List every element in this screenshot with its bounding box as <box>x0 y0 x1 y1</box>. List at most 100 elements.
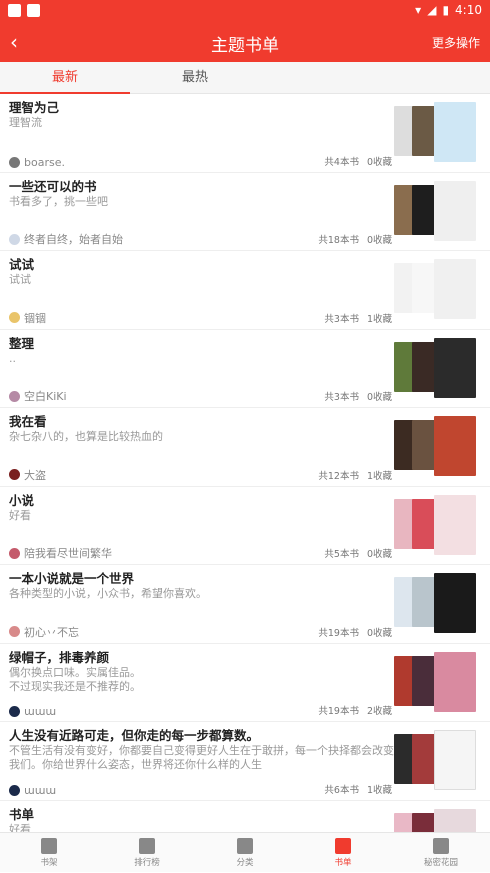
list-author: 大盗 <box>9 467 46 483</box>
like-count: 0收藏 <box>366 627 392 639</box>
list-name: 一本小说就是一个世界 <box>9 571 135 586</box>
list-icon <box>335 838 351 854</box>
list-desc: 各种类型的小说，小众书，希望你喜欢。 <box>9 587 207 600</box>
author-name: 锢锢 <box>24 311 46 325</box>
more-actions-button[interactable]: 更多操作 <box>432 34 480 51</box>
booklist-list: 理智为己 理智流 boarse. 共4本书 0收藏 一些还可以的书 书看多了，挑一… <box>0 94 490 832</box>
book-cover <box>412 498 436 549</box>
list-name: 绿帽子，排毒养颜 <box>9 649 110 665</box>
cover-stack <box>394 651 482 714</box>
list-stats: 共12本书 1收藏 <box>318 468 392 482</box>
author-name: 陪我看尽世间繁华 <box>24 547 112 560</box>
nav-label: 秘密花园 <box>423 858 458 868</box>
nav-category[interactable]: 分类 <box>196 833 294 873</box>
book-cover <box>434 416 476 476</box>
list-stats: 共6本书 1收藏 <box>324 782 392 796</box>
author-name: 大盗 <box>24 468 46 482</box>
list-desc: .. <box>9 351 16 365</box>
status-icons-left <box>8 4 40 17</box>
book-cover <box>434 494 476 555</box>
list-name: 试试 <box>9 257 35 272</box>
nav-label: 分类 <box>236 858 254 868</box>
list-item[interactable]: 绿帽子，排毒养颜 偶尔换点口味。实属佳品。 不过现实我还是不推荐的。 ɯɯɯ 共… <box>0 644 490 722</box>
book-cover <box>434 730 476 790</box>
list-item[interactable]: 我在看 杂七杂八的，也算是比较热血的 大盗 共12本书 1收藏 <box>0 408 490 487</box>
book-cover <box>412 420 436 470</box>
book-cover <box>412 734 436 784</box>
tab-hottest[interactable]: 最热 <box>130 62 260 94</box>
like-count: 1收藏 <box>366 784 392 796</box>
list-desc: 理智流 <box>9 116 42 129</box>
book-count: 共5本书 <box>324 549 359 560</box>
cover-stack <box>394 416 482 478</box>
app-notification-icon <box>27 4 40 17</box>
list-item[interactable]: 整理 .. 空白KiKi 共3本书 0收藏 <box>0 330 490 408</box>
avatar <box>9 547 20 559</box>
grid-icon <box>237 838 253 854</box>
app-notification-icon <box>8 4 21 17</box>
list-item[interactable]: 理智为己 理智流 boarse. 共4本书 0收藏 <box>0 94 490 173</box>
list-item[interactable]: 书单 好看 <box>0 801 490 832</box>
avatar <box>9 156 20 168</box>
list-name: 小说 <box>9 492 35 508</box>
book-cover <box>434 651 476 712</box>
like-count: 0收藏 <box>366 235 392 246</box>
list-author: 陪我看尽世间繁华 <box>9 545 112 561</box>
avatar <box>9 626 20 637</box>
book-cover <box>434 573 476 633</box>
nav-bookshelf[interactable]: 书架 <box>0 833 98 873</box>
status-bar: ▾ ◢ ▮ 4:10 <box>0 0 490 24</box>
list-name: 书单 <box>9 806 35 822</box>
list-author: 初心丷不忘 <box>9 624 79 640</box>
tab-latest[interactable]: 最新 <box>0 62 130 94</box>
book-count: 共19本书 <box>318 706 359 717</box>
list-author: boarse. <box>9 156 65 169</box>
bottom-nav: 书架 排行榜 分类 书单 秘密花园 <box>0 832 490 872</box>
list-item[interactable]: 人生没有近路可走，但你走的每一步都算数。 不管生活有没有变好，你都要自己变得更好… <box>0 722 490 801</box>
book-count: 共18本书 <box>318 235 359 246</box>
cover-stack <box>394 259 482 321</box>
avatar <box>9 390 20 402</box>
list-item[interactable]: 小说 好看 陪我看尽世间繁华 共5本书 0收藏 <box>0 487 490 565</box>
author-name: 初心丷不忘 <box>24 625 79 639</box>
author-name: ɯɯɯ <box>24 783 57 797</box>
author-name: boarse. <box>24 155 65 169</box>
avatar <box>9 312 20 323</box>
nav-secret-garden[interactable]: 秘密花园 <box>392 833 490 873</box>
cover-stack <box>394 102 482 164</box>
book-count: 共12本书 <box>318 470 359 482</box>
signal-icon: ◢ <box>427 3 437 17</box>
book-cover <box>434 808 476 832</box>
status-time: 4:10 <box>455 3 482 17</box>
list-item[interactable]: 一些还可以的书 书看多了，挑一些吧 终者自终，始者自始 共18本书 0收藏 <box>0 173 490 251</box>
book-count: 共6本书 <box>324 784 359 796</box>
book-cover <box>434 102 476 162</box>
list-desc: 不管生活有没有变好，你都要自己变得更好人生在于敢拼，每一个抉择都会改变我们。你给… <box>9 744 394 771</box>
nav-booklist[interactable]: 书单 <box>294 833 392 873</box>
list-item[interactable]: 试试 试试 锢锢 共3本书 1收藏 <box>0 251 490 330</box>
book-count: 共19本书 <box>318 627 359 639</box>
cover-stack <box>394 494 482 557</box>
list-item[interactable]: 一本小说就是一个世界 各种类型的小说，小众书，希望你喜欢。 初心丷不忘 共19本… <box>0 565 490 644</box>
list-stats: 共3本书 1收藏 <box>324 311 392 325</box>
book-count: 共3本书 <box>324 313 359 325</box>
list-author: 空白KiKi <box>9 388 67 404</box>
cover-stack <box>394 573 482 635</box>
list-name: 理智为己 <box>9 100 60 115</box>
book-count: 共4本书 <box>324 156 359 168</box>
list-desc: 好看 <box>9 508 31 522</box>
list-stats: 共19本书 2收藏 <box>318 703 392 717</box>
avatar <box>9 706 20 717</box>
bar-chart-icon <box>139 838 155 854</box>
nav-ranking[interactable]: 排行榜 <box>98 833 196 873</box>
like-count: 1收藏 <box>366 470 392 482</box>
wifi-icon: ▾ <box>415 3 422 17</box>
book-cover <box>412 812 436 832</box>
tab-bar: 最新 最热 <box>0 62 490 94</box>
flower-icon <box>433 838 449 854</box>
nav-label: 书单 <box>334 858 352 868</box>
status-icons-right: ▾ ◢ ▮ 4:10 <box>415 3 482 17</box>
list-author: 终者自终，始者自始 <box>9 231 123 247</box>
avatar <box>9 233 20 245</box>
list-stats: 共19本书 0收藏 <box>318 625 392 639</box>
